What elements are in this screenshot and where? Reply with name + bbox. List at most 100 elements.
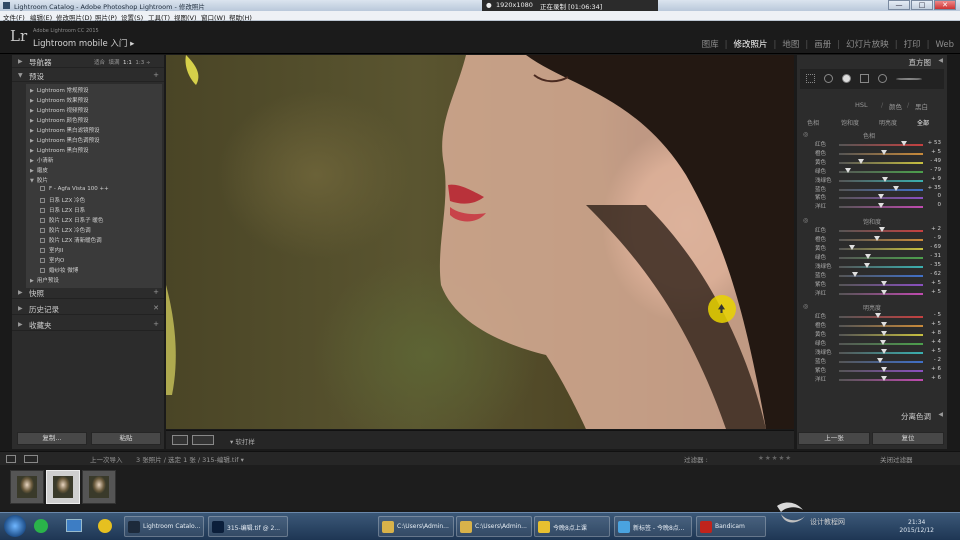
slider-value[interactable]: + 9 xyxy=(931,176,941,182)
slider-knob[interactable] xyxy=(845,167,852,173)
slider-value[interactable]: + 35 xyxy=(928,185,941,191)
module-library[interactable]: 图库 xyxy=(702,40,719,50)
module-slideshow[interactable]: 幻灯片放映 xyxy=(846,40,889,50)
slider-track[interactable] xyxy=(839,188,923,191)
filter-select[interactable]: 关闭过滤器 xyxy=(880,454,913,464)
bw-tab[interactable]: 黑白 xyxy=(915,101,928,111)
slider-value[interactable]: + 5 xyxy=(931,280,941,286)
preset-item[interactable]: F - Agfa Vista 100 ++ xyxy=(40,186,109,196)
hsl-slider[interactable]: 橙色 + 5 xyxy=(801,149,943,157)
menu-help[interactable]: 帮助(H) xyxy=(229,12,252,22)
preset-item[interactable]: ▶ 用户预设 xyxy=(30,276,59,286)
hsl-panel-title[interactable]: HSL xyxy=(855,101,868,109)
menu-photo[interactable]: 照片(P) xyxy=(95,12,117,22)
hsl-slider[interactable]: 红色 + 2 xyxy=(801,226,943,234)
slider-value[interactable]: + 53 xyxy=(928,140,941,146)
slider-knob[interactable] xyxy=(900,141,907,146)
slider-knob[interactable] xyxy=(893,185,900,191)
hsl-slider[interactable]: 橙色 - 9 xyxy=(801,235,943,243)
preset-item[interactable]: ▶ Lightroom 黑白色调预设 xyxy=(30,136,100,146)
slider-value[interactable]: + 5 xyxy=(931,348,941,354)
snapshots-header[interactable]: ▶ 快照 + xyxy=(12,287,164,299)
slider-value[interactable]: - 69 xyxy=(930,244,941,250)
slider-value[interactable]: + 2 xyxy=(931,226,941,232)
loupe-view-icon[interactable] xyxy=(172,435,188,445)
hsl-slider[interactable]: 洋红 + 5 xyxy=(801,289,943,297)
slider-knob[interactable] xyxy=(873,236,880,242)
module-map[interactable]: 地图 xyxy=(782,40,799,50)
soft-proofing-label[interactable]: ▾ 软打样 xyxy=(230,436,255,446)
preset-item[interactable]: 胶片 LZX 清新暖色调 xyxy=(40,236,102,246)
module-book[interactable]: 画册 xyxy=(814,40,831,50)
module-develop[interactable]: 修改照片 xyxy=(734,40,768,50)
spot-removal-icon[interactable] xyxy=(824,74,833,83)
slider-knob[interactable] xyxy=(857,158,864,164)
module-web[interactable]: Web xyxy=(935,40,954,50)
navigator-header[interactable]: ▶ 导航器 适合 填满 1:1 1:3 ÷ xyxy=(12,56,164,68)
slider-knob[interactable] xyxy=(880,349,887,354)
hsl-slider[interactable]: 红色 - 5 xyxy=(801,312,943,320)
taskbar-task[interactable]: 315-编辑.tif @ 2... xyxy=(208,516,288,537)
menu-window[interactable]: 窗口(W) xyxy=(201,12,226,22)
filmstrip-thumbnail[interactable] xyxy=(10,470,44,504)
preset-item[interactable]: ▶ Lightroom 颜色预设 xyxy=(30,116,89,126)
tab-hue[interactable]: 色相 xyxy=(807,118,819,127)
history-header[interactable]: ▶ 历史记录 ✕ xyxy=(12,303,164,315)
preset-item[interactable]: 胶片 LZX 冷色调 xyxy=(40,226,91,236)
tab-all[interactable]: 全部 xyxy=(917,118,929,127)
preset-item[interactable]: 室内O xyxy=(40,256,64,266)
slider-knob[interactable] xyxy=(882,176,889,182)
minimize-button[interactable]: — xyxy=(888,0,910,10)
previous-button[interactable]: 上一张 xyxy=(798,432,870,445)
slider-knob[interactable] xyxy=(878,194,884,200)
preset-item[interactable]: ▶ Lightroom 黑白滤镜预设 xyxy=(30,126,100,136)
slider-value[interactable]: + 8 xyxy=(931,330,941,336)
tab-luminance[interactable]: 明亮度 xyxy=(879,118,897,127)
qq-icon[interactable] xyxy=(98,519,112,533)
menu-view[interactable]: 视图(V) xyxy=(174,12,197,22)
preset-item[interactable]: ▶ Lightroom 效果预设 xyxy=(30,96,89,106)
zoom-fill[interactable]: 填满 xyxy=(109,60,120,66)
taskbar-task[interactable]: Bandicam xyxy=(696,516,766,537)
hsl-slider[interactable]: 绿色 + 4 xyxy=(801,339,943,347)
menu-file[interactable]: 文件(F) xyxy=(3,12,25,22)
preset-item[interactable]: 日系 LZX 冷色 xyxy=(40,196,85,206)
hsl-slider[interactable]: 紫色 + 6 xyxy=(801,366,943,374)
source-label[interactable]: 上一次导入 xyxy=(90,454,123,464)
menu-settings[interactable]: 设置(S) xyxy=(121,12,143,22)
crop-tool-icon[interactable] xyxy=(806,74,815,83)
taskbar-task[interactable]: C:\Users\Admin... xyxy=(378,516,454,537)
zoom-fit[interactable]: 适合 xyxy=(94,60,105,66)
slider-value[interactable]: + 6 xyxy=(931,366,941,372)
slider-value[interactable]: + 4 xyxy=(931,339,941,345)
slider-knob[interactable] xyxy=(880,149,887,155)
single-monitor-icon[interactable] xyxy=(6,455,16,463)
slider-knob[interactable] xyxy=(865,253,872,259)
hsl-slider[interactable]: 橙色 + 5 xyxy=(801,321,943,329)
slider-knob[interactable] xyxy=(875,313,882,319)
slider-knob[interactable] xyxy=(880,375,887,381)
hsl-slider[interactable]: 紫色 + 5 xyxy=(801,280,943,288)
clear-history-icon[interactable]: ✕ xyxy=(153,304,159,312)
add-collection-icon[interactable]: + xyxy=(153,320,159,328)
hsl-slider[interactable]: 绿色 - 31 xyxy=(801,253,943,261)
slider-value[interactable]: - 79 xyxy=(930,167,941,173)
desktop-icon[interactable] xyxy=(66,519,82,532)
preset-item[interactable]: ▶ Lightroom 视频预设 xyxy=(30,106,89,116)
hsl-slider[interactable]: 浅绿色 - 35 xyxy=(801,262,943,270)
second-monitor-icon[interactable] xyxy=(24,455,38,463)
slider-value[interactable]: + 5 xyxy=(931,321,941,327)
filmstrip-thumbnail-selected[interactable] xyxy=(46,470,80,504)
preset-item[interactable]: ▶ 小清新 xyxy=(30,156,53,166)
slider-value[interactable]: + 5 xyxy=(931,289,941,295)
hsl-slider[interactable]: 蓝色 - 2 xyxy=(801,357,943,365)
before-after-icon[interactable] xyxy=(192,435,214,445)
brush-tool-icon[interactable] xyxy=(896,78,922,80)
paste-settings-button[interactable]: 粘贴 xyxy=(91,432,161,445)
wechat-icon[interactable] xyxy=(34,519,48,533)
copy-settings-button[interactable]: 复制... xyxy=(17,432,87,445)
collections-header[interactable]: ▶ 收藏夹 + xyxy=(12,319,164,331)
slider-track[interactable] xyxy=(839,256,923,259)
hsl-slider[interactable]: 蓝色 - 62 xyxy=(801,271,943,279)
slider-knob[interactable] xyxy=(849,245,856,250)
